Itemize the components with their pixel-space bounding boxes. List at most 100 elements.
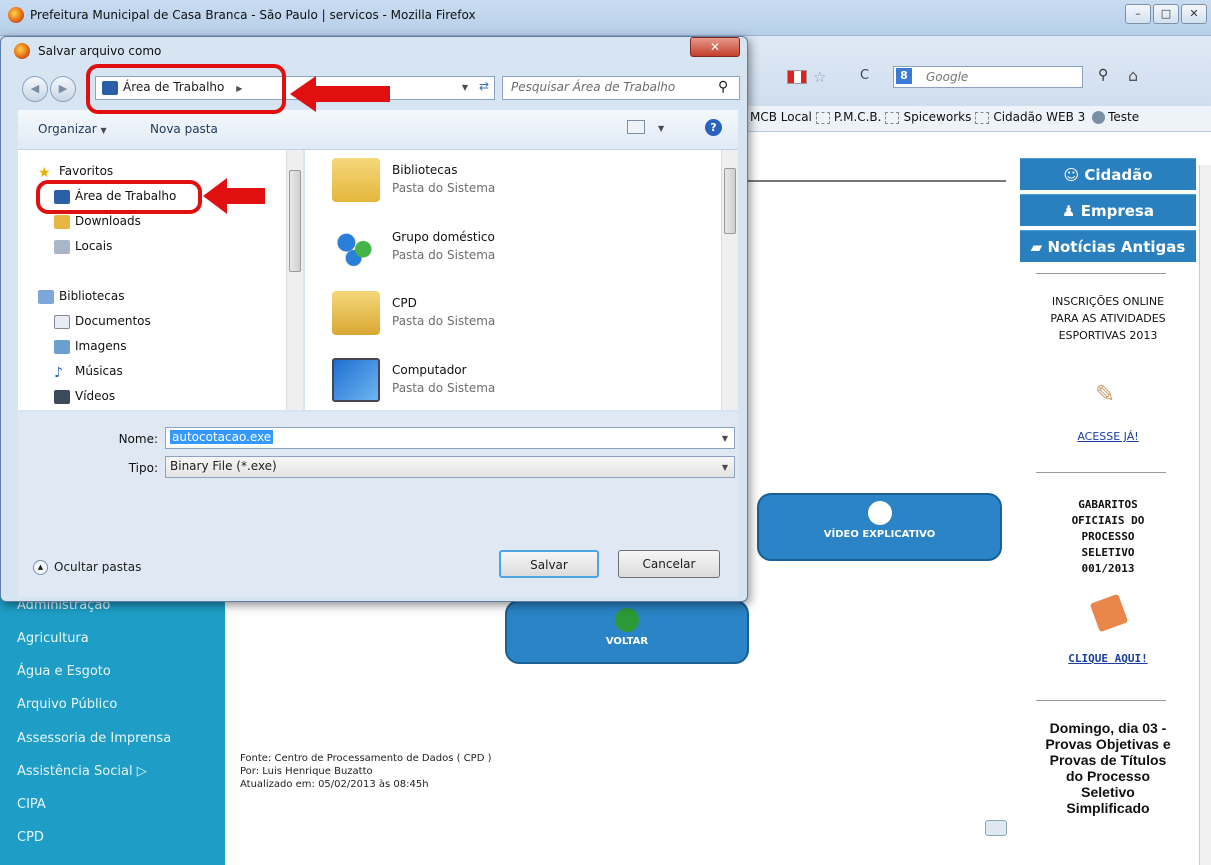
file-list-scrollbar[interactable] — [721, 150, 738, 410]
voltar-button[interactable]: VOLTAR — [505, 600, 749, 664]
bookmark-mcb-local[interactable]: MCB Local — [750, 110, 812, 124]
star-icon[interactable]: ☆ — [813, 68, 826, 86]
gabaritos-text: GABARITOS OFICIAIS DO PROCESSO SELETIVO … — [1071, 498, 1145, 575]
downloads-icon — [54, 214, 70, 229]
bookmark-pmcb[interactable]: P.M.C.B. — [834, 110, 882, 124]
firefox-icon — [8, 7, 24, 23]
nav-cpd[interactable]: CPD — [17, 830, 44, 845]
view-dropdown-icon[interactable]: ▼ — [658, 124, 664, 133]
cancel-button[interactable]: Cancelar — [618, 550, 720, 578]
pencil-check-icon[interactable]: ✎ — [1095, 380, 1115, 408]
help-icon[interactable]: ? — [705, 119, 722, 136]
bookmarks-list: MCB Local P.M.C.B. Spiceworks Cidadão WEB 3… — [750, 110, 1139, 124]
nav-item-downloads[interactable]: Downloads — [54, 214, 141, 229]
video-explicativo-button[interactable]: VÍDEO EXPLICATIVO — [757, 493, 1002, 561]
minimize-button[interactable]: – — [1125, 4, 1151, 24]
back-icon[interactable]: ◀ — [22, 76, 48, 102]
filetype-dropdown-icon[interactable]: ▼ — [722, 463, 728, 472]
save-button[interactable]: Salvar — [499, 550, 599, 578]
comment-icon[interactable] — [985, 820, 1007, 836]
noticias-antigas-button[interactable]: ▰ Notícias Antigas — [1020, 230, 1196, 262]
canada-flag-icon — [787, 70, 807, 84]
search-go-icon[interactable]: ⚲ — [1098, 67, 1108, 83]
file-item[interactable]: Bibliotecas Pasta do Sistema — [332, 154, 712, 210]
video-button-label: VÍDEO EXPLICATIVO — [823, 529, 936, 540]
home-icon[interactable]: ⌂ — [1128, 66, 1138, 85]
search-icon[interactable]: ⚲ — [718, 79, 728, 95]
window-title: Prefeitura Municipal de Casa Branca - Sã… — [30, 8, 476, 22]
forward-icon[interactable]: ▶ — [50, 76, 76, 102]
nav-assistencia-social[interactable]: Assistência Social ▷ — [17, 764, 147, 779]
inscricoes-text: INSCRIÇÕES ONLINE PARA AS ATIVIDADES ESP… — [1050, 295, 1166, 342]
libraries-label: Bibliotecas — [59, 289, 125, 303]
nav-item-videos[interactable]: Vídeos — [54, 389, 115, 404]
divider — [1036, 472, 1166, 473]
file-type: Pasta do Sistema — [392, 381, 496, 395]
film-reel-icon — [867, 501, 892, 525]
view-options-icon[interactable] — [627, 120, 645, 134]
bookmark-spiceworks[interactable]: Spiceworks — [903, 110, 971, 124]
file-type: Pasta do Sistema — [392, 248, 496, 262]
nav-item-documentos[interactable]: Documentos — [54, 314, 151, 329]
acesse-link[interactable]: ACESSE JÁ! — [1020, 430, 1196, 443]
address-dropdown-icon[interactable]: ▼ — [462, 83, 468, 92]
dialog-title: Salvar arquivo como — [38, 44, 162, 58]
nav-agua-esgoto[interactable]: Água e Esgoto — [17, 664, 111, 679]
scroll-thumb[interactable] — [724, 168, 736, 234]
refresh-icon[interactable]: ⇄ — [479, 79, 489, 93]
reload-icon[interactable]: C — [860, 68, 869, 83]
empresa-label: Empresa — [1080, 202, 1154, 220]
folder-search-input[interactable]: Pesquisar Área de Trabalho — [502, 76, 740, 100]
nav-item-imagens[interactable]: Imagens — [54, 339, 126, 354]
nav-item-locais[interactable]: Locais — [54, 239, 112, 254]
file-item[interactable]: Computador Pasta do Sistema — [332, 354, 712, 410]
pictures-icon — [54, 339, 70, 354]
nav-cipa[interactable]: CIPA — [17, 797, 46, 812]
nav-item-documentos-label: Documentos — [75, 314, 151, 328]
hide-folders-toggle[interactable]: ▲ Ocultar pastas — [33, 560, 141, 575]
nav-assessoria-imprensa[interactable]: Assessoria de Imprensa — [17, 731, 171, 746]
file-type: Pasta do Sistema — [392, 181, 496, 195]
dialog-close-button[interactable]: ✕ — [690, 37, 740, 57]
filetype-select[interactable]: Binary File (*.exe) ▼ — [165, 456, 735, 478]
file-item[interactable]: CPD Pasta do Sistema — [332, 287, 712, 343]
videos-icon — [54, 389, 70, 404]
left-nav: Administração Agricultura Água e Esgoto … — [0, 580, 225, 865]
recent-places-icon — [54, 239, 70, 254]
new-folder-button[interactable]: Nova pasta — [150, 122, 218, 136]
file-item[interactable]: Grupo doméstico Pasta do Sistema — [332, 221, 712, 277]
nav-agricultura[interactable]: Agricultura — [17, 631, 89, 646]
nav-arquivo-publico[interactable]: Arquivo Público — [17, 697, 117, 712]
star-icon: ★ — [38, 164, 51, 181]
clique-link[interactable]: CLIQUE AQUI! — [1020, 652, 1196, 665]
navigation-scrollbar[interactable] — [286, 150, 303, 410]
organize-button[interactable]: Organizar ▼ — [38, 122, 107, 136]
organize-label: Organizar — [38, 122, 97, 136]
filename-value: autocotacao.exe — [170, 430, 274, 444]
libraries-header[interactable]: Bibliotecas — [38, 289, 124, 304]
google-icon: 8 — [896, 68, 912, 84]
annotation-arrow-address — [290, 76, 390, 112]
filetype-value: Binary File (*.exe) — [170, 459, 277, 473]
organize-dropdown-icon: ▼ — [100, 126, 107, 135]
nav-item-downloads-label: Downloads — [75, 214, 141, 228]
user-folder-icon — [332, 291, 380, 335]
filename-dropdown-icon[interactable]: ▼ — [722, 434, 728, 443]
annotation-highlight-address — [86, 64, 286, 114]
cidadao-button[interactable]: ☺ Cidadão — [1020, 158, 1196, 190]
file-name: Computador — [392, 363, 467, 377]
scroll-thumb[interactable] — [289, 170, 301, 272]
favorites-label: Favoritos — [59, 164, 114, 178]
filename-input[interactable]: autocotacao.exe ▼ — [165, 427, 735, 449]
music-icon: ♪ — [54, 364, 63, 381]
page-scrollbar[interactable] — [1199, 165, 1211, 865]
bookmark-teste[interactable]: Teste — [1108, 110, 1139, 124]
web-search-input[interactable]: Google — [893, 66, 1083, 88]
window-close-button[interactable]: ✕ — [1181, 4, 1207, 24]
empresa-button[interactable]: ♟ Empresa — [1020, 194, 1196, 226]
footnote-fonte: Fonte: Centro de Processamento de Dados … — [240, 753, 492, 764]
bookmark-cidadao[interactable]: Cidadão WEB 3 — [993, 110, 1085, 124]
nav-item-musicas[interactable]: ♪ Músicas — [54, 364, 123, 381]
maximize-button[interactable]: □ — [1153, 4, 1179, 24]
favorites-header[interactable]: ★ Favoritos — [38, 164, 114, 181]
